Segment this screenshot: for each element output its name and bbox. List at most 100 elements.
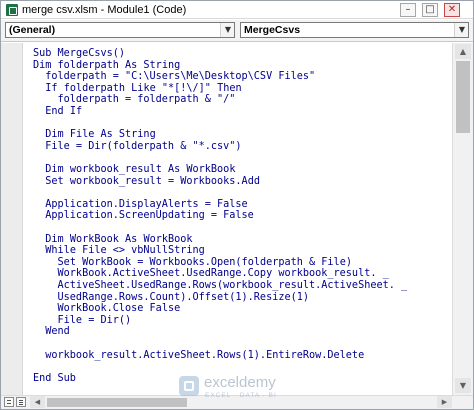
watermark-tagline: EXCEL · DATA · BI xyxy=(205,392,277,399)
chevron-down-icon: ▼ xyxy=(458,25,466,34)
code-token: File xyxy=(63,129,101,141)
code-token: File <> vbNullString xyxy=(75,245,205,257)
code-line[interactable]: End If xyxy=(33,105,82,118)
code-token: folderpath = "C:\Users\Me\Desktop\CSV Fi… xyxy=(33,71,316,83)
code-keyword: Like xyxy=(131,82,156,94)
procedure-view-icon xyxy=(7,400,11,401)
code-token: folderpath = folderpath & "/" xyxy=(33,94,236,106)
code-token: Application.DisplayAlerts = xyxy=(33,198,218,210)
code-line[interactable]: End Sub xyxy=(33,372,76,385)
minimize-button[interactable]: – xyxy=(400,3,416,17)
chevron-up-icon: ▲ xyxy=(459,47,467,56)
code-token: folderpath xyxy=(51,59,126,71)
close-icon: ✕ xyxy=(447,4,457,15)
code-line[interactable]: File = Dir(folderpath & "*.csv") xyxy=(33,140,242,153)
chevron-left-icon: ◀ xyxy=(34,398,41,406)
indicator-margin[interactable] xyxy=(1,43,23,409)
scroll-down-button[interactable]: ▼ xyxy=(455,378,471,393)
code-token: WorkBook xyxy=(137,233,193,245)
code-token: "*[!\/]" xyxy=(155,82,218,94)
object-combobox[interactable]: (General) ▼ xyxy=(5,22,235,38)
full-module-view-button[interactable] xyxy=(16,397,26,407)
object-combo-dropdown[interactable]: ▼ xyxy=(220,23,234,37)
chevron-down-icon: ▼ xyxy=(224,25,232,34)
procedure-combo-dropdown[interactable]: ▼ xyxy=(454,23,468,37)
code-token: workbook_result.ActiveSheet.Rows(1).Enti… xyxy=(33,349,365,361)
code-token: WorkBook.Close xyxy=(33,303,150,315)
chevron-down-icon: ▼ xyxy=(459,381,467,390)
procedure-combobox[interactable]: MergeCsvs ▼ xyxy=(240,22,469,38)
code-line[interactable]: workbook_result.ActiveSheet.Rows(1).Enti… xyxy=(33,349,364,362)
code-keyword: If xyxy=(45,82,58,94)
vba-code-window: merge csv.xlsm - Module1 (Code) – □ ✕ (G… xyxy=(0,0,474,410)
procedure-combo-value: MergeCsvs xyxy=(244,24,301,36)
code-keyword: While xyxy=(45,245,76,257)
maximize-button[interactable]: □ xyxy=(422,3,438,17)
code-keyword: Then xyxy=(217,82,242,94)
code-line[interactable]: Application.ScreenUpdating = False xyxy=(33,209,254,222)
procedure-view-icon-line xyxy=(7,403,11,404)
module-combo-bar: (General) ▼ MergeCsvs ▼ xyxy=(1,20,473,42)
horizontal-scroll-thumb[interactable] xyxy=(47,398,187,407)
code-line[interactable]: Set workbook_result = Workbooks.Add xyxy=(33,175,260,188)
code-line[interactable]: Wend xyxy=(33,325,70,338)
code-keyword: False xyxy=(217,198,248,210)
window-title: merge csv.xlsm - Module1 (Code) xyxy=(22,4,187,16)
full-module-view-icon-line xyxy=(19,402,23,403)
vertical-scroll-thumb[interactable] xyxy=(456,61,470,133)
code-token: WorkBook.ActiveSheet.UsedRange.Copy work… xyxy=(33,268,389,280)
code-token: File = Dir() xyxy=(33,314,132,326)
code-token: WorkBook xyxy=(180,164,236,175)
code-keyword: Sub xyxy=(33,48,52,59)
scroll-left-button[interactable]: ◀ xyxy=(30,396,45,408)
code-editor[interactable]: Sub MergeCsvs() Dim folderpath As String … xyxy=(1,43,473,409)
watermark-name: exceldemy xyxy=(204,374,276,391)
scroll-right-button[interactable]: ▶ xyxy=(437,396,452,408)
code-token: File = Dir(folderpath & "*.csv") xyxy=(33,140,242,152)
code-keyword: End Sub xyxy=(33,372,76,384)
excel-app-icon xyxy=(6,4,18,16)
code-token: ActiveSheet.UsedRange.Rows(workbook_resu… xyxy=(33,280,408,291)
title-bar: merge csv.xlsm - Module1 (Code) – □ ✕ xyxy=(1,1,473,19)
code-keyword: Set xyxy=(57,256,76,268)
scroll-up-button[interactable]: ▲ xyxy=(455,44,471,59)
code-token: MergeCsvs() xyxy=(51,48,126,59)
maximize-icon: □ xyxy=(425,4,435,15)
full-module-view-icon-line xyxy=(19,404,23,405)
code-token: WorkBook xyxy=(63,233,126,245)
procedure-view-button[interactable] xyxy=(4,397,14,407)
minimize-icon: – xyxy=(405,4,411,15)
code-keyword: Dim xyxy=(45,164,64,175)
code-keyword: Dim xyxy=(33,59,52,71)
close-button[interactable]: ✕ xyxy=(444,3,460,17)
code-keyword: Set xyxy=(45,175,64,187)
vertical-scrollbar[interactable]: ▲ ▼ xyxy=(452,43,473,395)
code-keyword: As xyxy=(125,233,138,245)
code-keyword: False xyxy=(223,210,254,222)
code-pane[interactable]: Sub MergeCsvs() Dim folderpath As String … xyxy=(23,43,452,395)
code-token: workbook_result xyxy=(63,164,168,175)
code-keyword: As String xyxy=(100,129,156,141)
code-token: WorkBook = Workbooks.Open(folderpath & F… xyxy=(75,256,352,268)
code-keyword: As String xyxy=(125,59,181,71)
code-keyword: Wend xyxy=(45,326,70,338)
exceldemy-watermark: exceldemy EXCEL · DATA · BI xyxy=(179,374,339,404)
code-keyword: As xyxy=(167,164,181,175)
full-module-view-icon xyxy=(19,400,23,401)
code-token: UsedRange.Rows.Count).Offset(1).Resize(1… xyxy=(33,291,310,303)
code-keyword: False xyxy=(149,303,181,315)
code-token: Application.ScreenUpdating = xyxy=(33,210,224,222)
exceldemy-logo-icon xyxy=(179,376,199,396)
object-combo-value: (General) xyxy=(9,24,56,36)
code-keyword: End If xyxy=(45,106,83,117)
chevron-right-icon: ▶ xyxy=(441,398,448,406)
